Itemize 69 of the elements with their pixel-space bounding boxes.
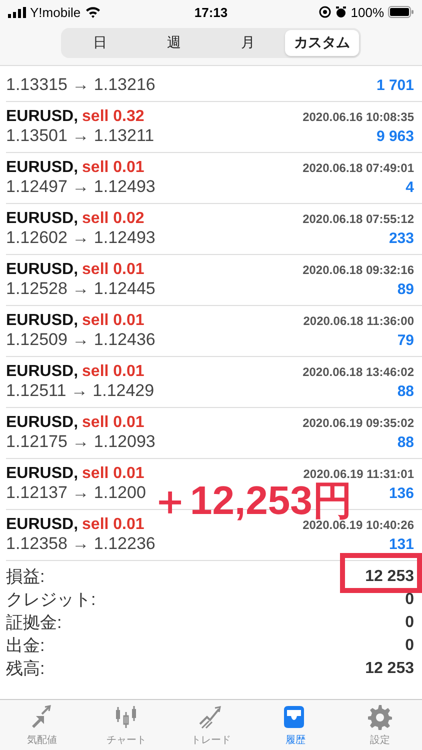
period-tab[interactable]: 週 <box>137 30 211 56</box>
symbol-label: EURUSD, <box>6 210 78 228</box>
order-type: sell 0.01 <box>82 312 144 330</box>
price-range: 1.12175 → 1.12093 <box>6 432 156 452</box>
deal-time: 2020.06.19 11:31:01 <box>303 467 414 481</box>
profit-amount: 4 <box>406 179 414 196</box>
tab-bar-item[interactable]: 気配値 <box>0 700 84 750</box>
tab-bar-item[interactable]: トレード <box>168 700 254 750</box>
symbol-label: EURUSD, <box>6 312 78 330</box>
tab-bar-item[interactable]: チャート <box>84 700 169 750</box>
deal-time: 2020.06.19 09:35:02 <box>302 416 414 430</box>
summary-value: 0 <box>405 614 414 632</box>
deal-time: 2020.06.18 07:49:01 <box>302 161 414 175</box>
battery-percent: 100% <box>350 4 384 20</box>
deal-time: 2020.06.18 09:32:16 <box>302 263 414 277</box>
summary-label: 損益: <box>6 566 45 588</box>
summary-value: 0 <box>405 590 414 608</box>
price-range: 1.12602 → 1.12493 <box>6 228 156 248</box>
price-range: 1.12511 → 1.12429 <box>6 381 154 401</box>
price-range: 1.12137 → 1.1200 <box>6 483 146 503</box>
order-type: sell 0.01 <box>82 363 144 381</box>
price-range: 1.13315 → 1.13216 <box>6 75 156 95</box>
summary-label: クレジット: <box>6 589 96 611</box>
order-type: sell 0.01 <box>82 261 144 279</box>
deal-time: 2020.06.18 07:55:12 <box>302 212 414 226</box>
profit-amount: 79 <box>397 332 414 349</box>
tab-bar-item[interactable]: 設定 <box>338 700 422 750</box>
summary-value: 12 253 <box>365 568 414 586</box>
symbol-label: EURUSD, <box>6 363 78 381</box>
price-range: 1.12528 → 1.12445 <box>6 279 156 299</box>
carrier-name: Y!mobile <box>30 4 81 20</box>
order-type: sell 0.32 <box>82 108 144 126</box>
summary-value: 12 253 <box>365 660 414 678</box>
period-tab[interactable]: カスタム <box>285 30 359 56</box>
deal-time: 2020.06.18 11:36:00 <box>303 314 414 328</box>
summary-label: 証拠金: <box>6 612 62 634</box>
period-tab[interactable]: 日 <box>63 30 137 56</box>
order-type: sell 0.01 <box>82 414 144 432</box>
tab-bar-item[interactable]: 履歴 <box>253 700 338 750</box>
order-type: sell 0.02 <box>82 210 144 228</box>
symbol-label: EURUSD, <box>6 414 78 432</box>
summary-value: 0 <box>405 636 414 654</box>
profit-amount: 88 <box>397 434 414 451</box>
price-range: 1.13501 → 1.13211 <box>6 126 154 146</box>
profit-amount: 1 701 <box>376 77 414 94</box>
price-range: 1.12358 → 1.12236 <box>6 534 156 554</box>
symbol-label: EURUSD, <box>6 159 78 177</box>
order-type: sell 0.01 <box>82 465 144 483</box>
summary-label: 残高: <box>6 658 45 680</box>
deal-time: 2020.06.18 13:46:02 <box>302 365 414 379</box>
deal-time: 2020.06.16 10:08:35 <box>302 110 414 124</box>
profit-amount: 131 <box>388 536 414 553</box>
clock-time: 17:13 <box>194 4 228 20</box>
symbol-label: EURUSD, <box>6 516 78 534</box>
order-type: sell 0.01 <box>82 159 144 177</box>
profit-amount: 9 963 <box>376 128 414 145</box>
annotation-text: ＋12,253円 <box>150 483 352 519</box>
profit-amount: 89 <box>397 281 414 298</box>
symbol-label: EURUSD, <box>6 465 78 483</box>
price-range: 1.12509 → 1.12436 <box>6 330 156 350</box>
profit-amount: 136 <box>388 485 414 502</box>
summary-label: 出金: <box>6 635 45 657</box>
symbol-label: EURUSD, <box>6 261 78 279</box>
profit-amount: 88 <box>397 383 414 400</box>
profit-amount: 233 <box>388 230 414 247</box>
symbol-label: EURUSD, <box>6 108 78 126</box>
order-type: sell 0.01 <box>82 516 144 534</box>
price-range: 1.12497 → 1.12493 <box>6 177 156 197</box>
period-tab[interactable]: 月 <box>211 30 285 56</box>
